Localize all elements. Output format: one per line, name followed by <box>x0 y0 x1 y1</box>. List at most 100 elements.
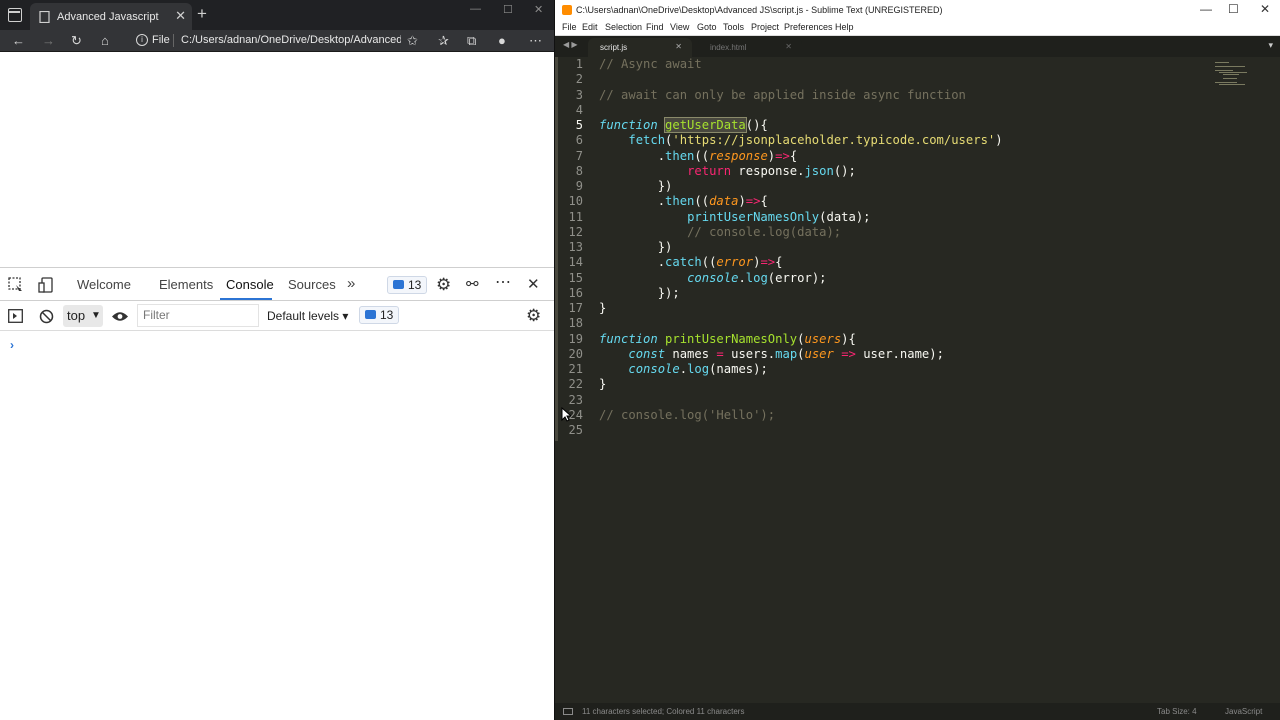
sublime-window-title: C:\Users\adnan\OneDrive\Desktop\Advanced… <box>576 5 943 15</box>
tab-label: script.js <box>600 43 628 52</box>
context-selector[interactable]: top ▼ <box>63 305 103 327</box>
favorites-icon[interactable]: ✰ <box>438 32 449 49</box>
status-syntax[interactable]: JavaScript <box>1225 707 1262 716</box>
line-number: 19 <box>568 331 583 346</box>
line-number-gutter: 1 2 3 4 5 6 7 8 9 10 11 12 13 14 15 16 17 18 19 20 21 22 23 24 2… <box>555 57 593 702</box>
minimap-line <box>1215 82 1237 83</box>
menu-find[interactable]: Find <box>646 22 664 32</box>
back-icon[interactable]: ← <box>12 32 25 49</box>
line-number: 18 <box>568 316 583 331</box>
devtools-tabbar: Welcome Elements Console Sources » 13 ⚙ … <box>0 268 554 301</box>
close-tab-icon[interactable]: ✕ <box>175 8 186 24</box>
tab-actions-icon[interactable] <box>8 8 22 22</box>
refresh-icon[interactable]: ↻ <box>71 32 82 49</box>
clear-console-icon[interactable] <box>39 309 54 324</box>
code-line-20: const names = users.map(user => user.nam… <box>628 346 944 361</box>
more-options-icon[interactable]: ⋯ <box>495 275 511 291</box>
line-number: 17 <box>568 301 583 315</box>
menu-help[interactable]: Help <box>835 22 854 32</box>
tab-sources[interactable]: Sources <box>288 277 336 292</box>
device-emulation-icon[interactable] <box>38 277 54 293</box>
profile-avatar-icon[interactable]: ● <box>498 32 506 49</box>
minimap-line <box>1223 78 1237 79</box>
more-menu-icon[interactable]: ⋯ <box>529 32 542 49</box>
menu-edit[interactable]: Edit <box>582 22 598 32</box>
messages-badge[interactable]: 13 <box>359 306 400 324</box>
live-expression-eye-icon[interactable] <box>111 311 129 322</box>
issues-count: 13 <box>408 278 422 292</box>
close-devtools-icon[interactable]: ✕ <box>527 277 540 293</box>
menu-tools[interactable]: Tools <box>723 22 744 32</box>
line-number: 1 <box>575 57 583 71</box>
code-line-11: printUserNamesOnly(data); <box>687 209 871 224</box>
menu-project[interactable]: Project <box>751 22 779 32</box>
log-levels-dropdown[interactable]: Default levels ▾ <box>267 309 348 323</box>
tab-welcome[interactable]: Welcome <box>77 277 131 292</box>
chevron-down-icon: ▼ <box>91 310 101 321</box>
add-favorite-icon[interactable]: ✩ <box>407 32 418 49</box>
sublime-titlebar: C:\Users\adnan\OneDrive\Desktop\Advanced… <box>555 0 1280 20</box>
close-window-icon[interactable]: ✕ <box>1260 2 1270 16</box>
close-tab-icon[interactable]: ✕ <box>785 42 792 51</box>
line-number: 12 <box>568 224 583 239</box>
menu-goto[interactable]: Goto <box>697 22 717 32</box>
forward-icon[interactable]: → <box>42 32 55 49</box>
code-line-13: }) <box>657 240 673 254</box>
console-settings-gear-icon[interactable]: ⚙ <box>526 307 541 324</box>
minimize-icon[interactable]: — <box>1200 2 1212 16</box>
menu-file[interactable]: File <box>562 22 577 32</box>
line-number: 22 <box>568 377 583 392</box>
collections-icon[interactable]: ⧉ <box>467 32 476 49</box>
issues-badge[interactable]: 13 <box>387 276 428 294</box>
line-number: 9 <box>575 179 583 193</box>
tab-nav-arrows-icon[interactable]: ◀ ▶ <box>563 40 578 49</box>
line-number: 10 <box>568 194 583 209</box>
console-toolbar: top ▼ Filter Default levels ▾ 13 ⚙ <box>0 301 554 331</box>
line-number: 4 <box>575 102 583 117</box>
code-line-9: }) <box>657 179 673 193</box>
menu-selection[interactable]: Selection <box>605 22 642 32</box>
close-window-icon[interactable]: ✕ <box>534 3 543 16</box>
panel-toggle-icon[interactable] <box>563 708 573 715</box>
line-number: 7 <box>575 148 583 163</box>
close-tab-icon[interactable]: ✕ <box>675 42 682 51</box>
inspect-element-icon[interactable] <box>8 277 24 293</box>
code-line-24: // console.log('Hello'); <box>599 407 776 422</box>
address-url[interactable]: C:/Users/adnan/OneDrive/Desktop/Advanced… <box>181 34 401 46</box>
browser-window: Advanced Javascript ✕ + — ☐ ✕ ← → ↻ ⌂ i … <box>0 0 554 720</box>
menu-view[interactable]: View <box>670 22 689 32</box>
maximize-icon[interactable]: ☐ <box>1228 2 1239 16</box>
code-line-14: .catch((error)=>{ <box>657 255 783 270</box>
browser-toolbar: ← → ↻ ⌂ i File C:/Users/adnan/OneDrive/D… <box>0 30 554 52</box>
minimap[interactable] <box>1215 60 1255 90</box>
minimap-line <box>1219 84 1245 85</box>
console-prompt[interactable]: › <box>10 338 14 352</box>
minimize-icon[interactable]: — <box>470 3 481 15</box>
code-line-8: return response.json(); <box>687 163 856 178</box>
line-number: 16 <box>568 285 583 300</box>
code-line-1: // Async await <box>599 57 702 71</box>
tab-index-html[interactable]: index.html ✕ <box>698 38 802 57</box>
home-icon[interactable]: ⌂ <box>101 32 109 49</box>
settings-gear-icon[interactable]: ⚙ <box>436 276 451 293</box>
info-icon[interactable]: i <box>136 34 148 46</box>
tab-dropdown-icon[interactable]: ▾ <box>1268 40 1273 51</box>
line-number: 23 <box>568 392 583 407</box>
browser-tab-title: Advanced Javascript <box>57 11 159 23</box>
customize-icon[interactable]: ⚯ <box>466 277 479 293</box>
tab-elements[interactable]: Elements <box>159 277 213 292</box>
page-icon <box>39 11 50 23</box>
browser-tab[interactable]: Advanced Javascript ✕ <box>30 3 192 30</box>
tab-console[interactable]: Console <box>226 277 274 292</box>
filter-input[interactable]: Filter <box>137 304 259 327</box>
address-bar[interactable]: i File C:/Users/adnan/OneDrive/Desktop/A… <box>128 31 428 51</box>
sidebar-toggle-icon[interactable] <box>8 309 23 323</box>
new-tab-button[interactable]: + <box>197 5 207 22</box>
mouse-pointer-icon <box>561 407 571 422</box>
maximize-icon[interactable]: ☐ <box>503 3 513 16</box>
menu-preferences[interactable]: Preferences <box>784 22 833 32</box>
browser-tabstrip: Advanced Javascript ✕ + — ☐ ✕ <box>0 0 554 30</box>
more-tabs-icon[interactable]: » <box>347 275 355 292</box>
status-tab-size[interactable]: Tab Size: 4 <box>1157 707 1197 716</box>
tab-script-js[interactable]: script.js ✕ <box>588 38 692 57</box>
